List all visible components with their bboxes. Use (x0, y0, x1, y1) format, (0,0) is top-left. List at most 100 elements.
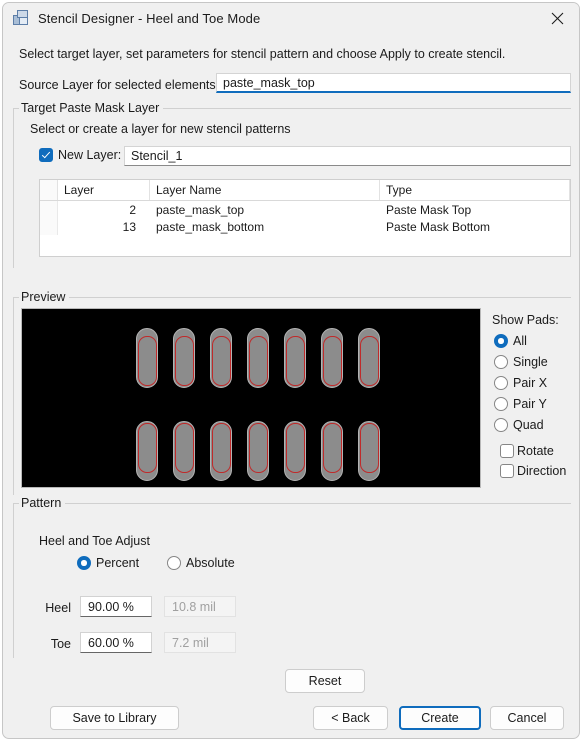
instruction-text: Select target layer, set parameters for … (19, 47, 506, 61)
group-left-border (13, 297, 14, 495)
radio-percent[interactable]: Percent (77, 556, 139, 570)
pad-stencil-outline (211, 423, 231, 473)
group-top-border (13, 297, 571, 298)
checkbox-direction[interactable]: Direction (500, 464, 566, 478)
radio-indicator[interactable] (494, 334, 508, 348)
table-row[interactable]: 13 paste_mask_bottom Paste Mask Bottom (40, 218, 570, 235)
preview-pad (173, 421, 195, 481)
radio-show-pads-pair-y[interactable]: Pair Y (494, 397, 547, 411)
preview-pad (321, 421, 343, 481)
preview-pad (358, 421, 380, 481)
row-gutter (40, 218, 58, 235)
table-row[interactable]: 2 paste_mask_top Paste Mask Top (40, 201, 570, 218)
close-glyph (551, 12, 563, 24)
radio-show-pads-single[interactable]: Single (494, 355, 548, 369)
heel-input[interactable]: 90.00 % (80, 596, 152, 617)
radio-indicator[interactable] (494, 355, 508, 369)
rotate-checkbox[interactable] (500, 444, 514, 458)
preview-group-title: Preview (19, 290, 70, 304)
pad-stencil-outline (174, 423, 194, 473)
close-icon[interactable] (535, 3, 579, 33)
row-layer-name: paste_mask_top (156, 202, 245, 217)
group-left-border (13, 503, 14, 658)
preview-pad (210, 328, 232, 388)
preview-canvas[interactable] (21, 308, 481, 488)
layer-table-header: Layer Layer Name Type (40, 180, 570, 201)
window-title: Stencil Designer - Heel and Toe Mode (38, 10, 261, 26)
preview-pad (210, 421, 232, 481)
row-layer-number: 2 (129, 202, 136, 217)
reset-button[interactable]: Reset (285, 669, 365, 693)
table-header-gutter (40, 180, 58, 200)
preview-pad (247, 328, 269, 388)
heel-label: Heel (45, 601, 71, 615)
source-layer-input[interactable]: paste_mask_top (216, 73, 571, 93)
preview-pad (284, 328, 306, 388)
radio-indicator[interactable] (167, 556, 181, 570)
pattern-group-title: Pattern (19, 496, 66, 510)
radio-label: Pair X (513, 376, 548, 390)
checkbox-label: Rotate (517, 444, 554, 458)
direction-checkbox[interactable] (500, 464, 514, 478)
radio-indicator[interactable] (494, 418, 508, 432)
preview-pad (173, 328, 195, 388)
radio-label: Percent (96, 556, 140, 570)
table-header-type[interactable]: Type (380, 180, 570, 200)
checkbox-rotate[interactable]: Rotate (500, 444, 554, 458)
title-bar: Stencil Designer - Heel and Toe Mode (3, 3, 579, 33)
show-pads-label: Show Pads: (492, 313, 559, 327)
row-layer-type: Paste Mask Top (386, 202, 472, 217)
radio-indicator[interactable] (494, 397, 508, 411)
row-layer-number: 13 (122, 219, 136, 234)
pad-stencil-outline (285, 423, 305, 473)
target-group-title: Target Paste Mask Layer (19, 101, 164, 115)
toe-input[interactable]: 60.00 % (80, 632, 152, 653)
source-layer-label: Source Layer for selected elements: (19, 78, 220, 92)
pad-stencil-outline (285, 336, 305, 386)
create-button[interactable]: Create (399, 706, 481, 730)
pad-stencil-outline (359, 423, 379, 473)
radio-label: Absolute (186, 556, 235, 570)
toe-label: Toe (50, 637, 71, 651)
radio-label: All (513, 334, 527, 348)
group-left-border (13, 108, 14, 268)
new-layer-checkbox[interactable] (39, 148, 53, 162)
save-to-library-button[interactable]: Save to Library (50, 706, 179, 730)
target-group-subtitle: Select or create a layer for new stencil… (30, 122, 291, 136)
layer-table[interactable]: Layer Layer Name Type 2 paste_mask_top P… (39, 179, 571, 257)
stencil-designer-dialog: Stencil Designer - Heel and Toe Mode Sel… (2, 2, 580, 739)
preview-pad (247, 421, 269, 481)
preview-pad (358, 328, 380, 388)
stencil-app-icon (13, 10, 29, 26)
pad-stencil-outline (174, 336, 194, 386)
radio-show-pads-pair-x[interactable]: Pair X (494, 376, 547, 390)
pad-stencil-outline (137, 336, 157, 386)
back-button[interactable]: < Back (313, 706, 388, 730)
pad-stencil-outline (322, 336, 342, 386)
radio-show-pads-quad[interactable]: Quad (494, 418, 544, 432)
pad-stencil-outline (322, 423, 342, 473)
radio-show-pads-all[interactable]: All (494, 334, 527, 348)
pad-stencil-outline (248, 336, 268, 386)
new-layer-label: New Layer: (58, 148, 122, 162)
preview-pad (136, 421, 158, 481)
cancel-button[interactable]: Cancel (490, 706, 564, 730)
pad-stencil-outline (248, 423, 268, 473)
table-header-layer-name[interactable]: Layer Name (150, 180, 380, 200)
row-layer-name: paste_mask_bottom (156, 219, 265, 234)
radio-indicator[interactable] (77, 556, 91, 570)
radio-indicator[interactable] (494, 376, 508, 390)
preview-pad (321, 328, 343, 388)
preview-pad (284, 421, 306, 481)
radio-label: Single (513, 355, 548, 369)
radio-absolute[interactable]: Absolute (167, 556, 235, 570)
preview-pad (136, 328, 158, 388)
radio-label: Pair Y (513, 397, 547, 411)
table-header-layer[interactable]: Layer (58, 180, 150, 200)
new-layer-input[interactable]: Stencil_1 (124, 146, 571, 166)
group-top-border (13, 503, 571, 504)
pad-stencil-outline (137, 423, 157, 473)
checkbox-label: Direction (517, 464, 567, 478)
new-layer-checkbox-row[interactable]: New Layer: (39, 148, 121, 162)
heel-absolute-value: 10.8 mil (164, 596, 236, 617)
